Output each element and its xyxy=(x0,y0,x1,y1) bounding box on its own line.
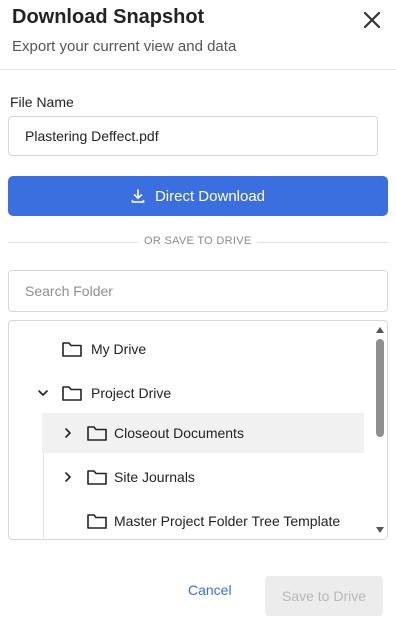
folder-icon xyxy=(87,514,107,529)
search-folder-input[interactable] xyxy=(8,270,388,312)
direct-download-label: Direct Download xyxy=(154,187,266,205)
save-to-drive-button[interactable]: Save to Drive xyxy=(265,576,383,616)
close-button[interactable] xyxy=(360,8,384,32)
folder-icon xyxy=(62,342,82,357)
dialog-subtitle: Export your current view and data xyxy=(12,38,237,55)
scroll-thumb[interactable] xyxy=(376,339,384,437)
folder-icon xyxy=(62,386,82,401)
tree-item-project-drive[interactable]: Project Drive xyxy=(9,373,369,413)
chevron-right-icon[interactable] xyxy=(60,425,76,441)
file-name-input[interactable] xyxy=(8,116,378,156)
divider-label: OR SAVE TO DRIVE xyxy=(138,235,258,247)
tree-item-label: Closeout Documents xyxy=(114,425,244,441)
file-name-label: File Name xyxy=(10,94,74,110)
tree-item-label: Master Project Folder Tree Template xyxy=(114,513,341,529)
tree-item-label: Project Drive xyxy=(91,385,172,401)
download-icon xyxy=(131,189,145,203)
dialog-title: Download Snapshot xyxy=(12,6,205,28)
direct-download-button[interactable]: Direct Download xyxy=(8,176,388,216)
close-icon xyxy=(363,11,381,29)
tree-item-master-template[interactable]: Master Project Folder Tree Template xyxy=(42,501,364,539)
tree-item-label: My Drive xyxy=(91,341,147,357)
tree-item-label: Site Journals xyxy=(114,469,195,485)
scroll-down-icon[interactable] xyxy=(376,527,384,533)
cancel-button[interactable]: Cancel xyxy=(188,582,232,598)
folder-icon xyxy=(87,470,107,485)
chevron-right-icon[interactable] xyxy=(60,469,76,485)
tree-scrollbar[interactable] xyxy=(373,321,387,539)
folder-tree: My Drive Project Drive Closeout Document… xyxy=(8,320,388,540)
scroll-up-icon[interactable] xyxy=(376,327,384,333)
tree-item-my-drive[interactable]: My Drive xyxy=(9,329,369,369)
chevron-down-icon[interactable] xyxy=(35,385,51,401)
tree-item-site-journals[interactable]: Site Journals xyxy=(42,457,364,497)
folder-icon xyxy=(87,426,107,441)
tree-item-closeout-documents[interactable]: Closeout Documents xyxy=(42,413,364,453)
dialog-header: Download Snapshot Export your current vi… xyxy=(0,0,396,70)
